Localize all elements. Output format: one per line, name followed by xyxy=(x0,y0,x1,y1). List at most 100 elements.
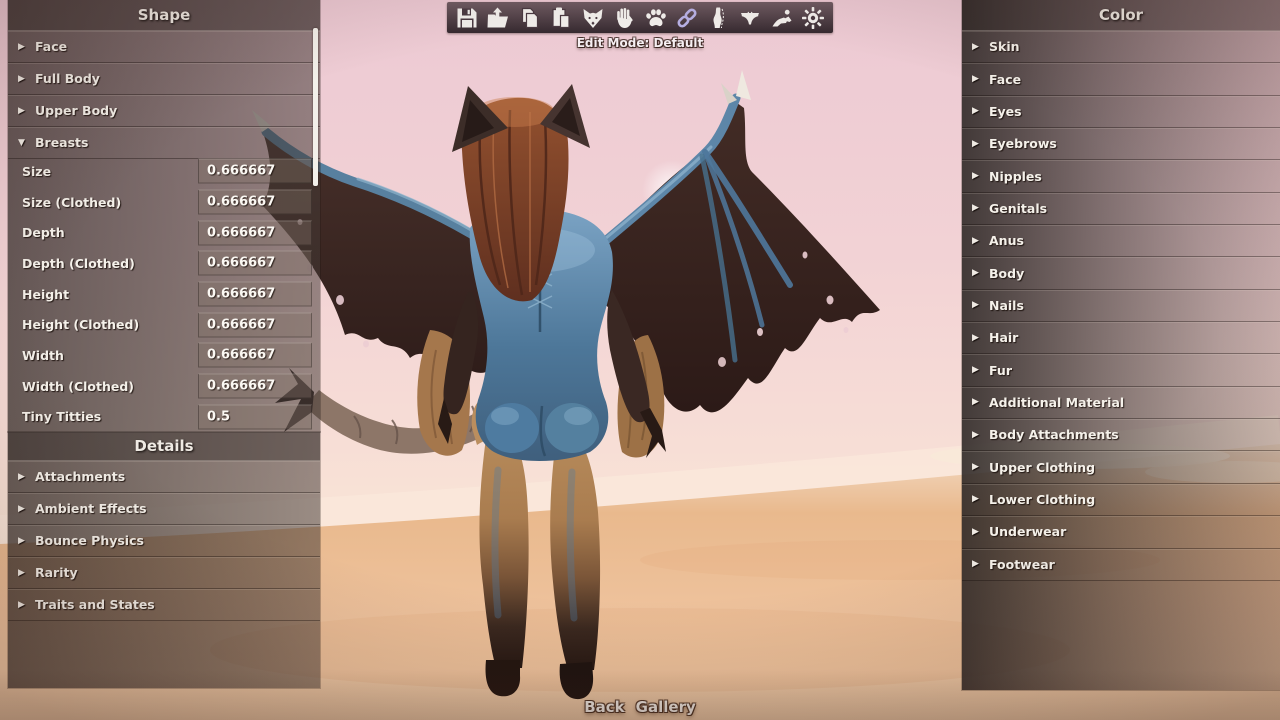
color-panel: Color ▶Skin▶Face▶Eyes▶Eyebrows▶Nipples▶G… xyxy=(962,0,1280,690)
chevron-right-icon: ▶ xyxy=(972,397,989,407)
paste-button[interactable] xyxy=(547,4,575,31)
chevron-right-icon: ▶ xyxy=(972,42,989,52)
section-bounce-physics[interactable]: ▶Bounce Physics xyxy=(8,525,320,557)
section-underwear[interactable]: ▶Underwear xyxy=(962,516,1280,548)
chevron-right-icon: ▶ xyxy=(972,527,989,537)
section-label: Additional Material xyxy=(989,395,1124,410)
width-value-field[interactable]: 0.666667 xyxy=(198,343,312,368)
section-lower-clothing[interactable]: ▶Lower Clothing xyxy=(962,484,1280,516)
slider-label: Size (Clothed) xyxy=(22,195,121,210)
fox-button[interactable] xyxy=(579,4,607,31)
paw-button[interactable] xyxy=(642,4,670,31)
section-additional-material[interactable]: ▶Additional Material xyxy=(962,387,1280,419)
section-body[interactable]: ▶Body xyxy=(962,257,1280,289)
section-anus[interactable]: ▶Anus xyxy=(962,225,1280,257)
section-footwear[interactable]: ▶Footwear xyxy=(962,549,1280,581)
section-traits-and-states[interactable]: ▶Traits and States xyxy=(8,589,320,621)
main-toolbar xyxy=(447,2,833,33)
slider-label: Tiny Titties xyxy=(22,409,101,424)
back-button[interactable]: Back xyxy=(584,698,624,716)
pose-button[interactable] xyxy=(768,4,796,31)
underwear-button[interactable] xyxy=(736,4,764,31)
section-label: Eyebrows xyxy=(989,136,1057,151)
gallery-button[interactable]: Gallery xyxy=(636,698,696,716)
depth-value-field[interactable]: 0.666667 xyxy=(198,220,312,245)
section-label: Eyes xyxy=(989,104,1022,119)
slider-value: 0.666667 xyxy=(207,379,275,394)
section-face[interactable]: ▶Face xyxy=(962,63,1280,95)
section-label: Skin xyxy=(989,39,1020,54)
width-clothed-value-field[interactable]: 0.666667 xyxy=(198,374,312,399)
shape-panel-title: Shape xyxy=(8,0,320,31)
section-label: Body xyxy=(989,266,1024,281)
section-genitals[interactable]: ▶Genitals xyxy=(962,193,1280,225)
section-nails[interactable]: ▶Nails xyxy=(962,290,1280,322)
section-upper-clothing[interactable]: ▶Upper Clothing xyxy=(962,451,1280,483)
section-label: Attachments xyxy=(35,469,125,484)
section-label: Body Attachments xyxy=(989,427,1119,442)
chevron-down-icon: ▼ xyxy=(18,138,35,148)
section-label: Nails xyxy=(989,298,1024,313)
tiny-titties-value-field[interactable]: 0.5 xyxy=(198,404,312,429)
chevron-right-icon: ▶ xyxy=(18,600,35,610)
slider-value: 0.666667 xyxy=(207,164,275,179)
section-label: Lower Clothing xyxy=(989,492,1095,507)
slider-value: 0.666667 xyxy=(207,348,275,363)
chevron-right-icon: ▶ xyxy=(972,494,989,504)
chevron-right-icon: ▶ xyxy=(972,300,989,310)
section-eyebrows[interactable]: ▶Eyebrows xyxy=(962,128,1280,160)
section-skin[interactable]: ▶Skin xyxy=(962,31,1280,63)
figure-button[interactable] xyxy=(705,4,733,31)
chevron-right-icon: ▶ xyxy=(972,430,989,440)
copy-icon xyxy=(518,6,542,30)
section-label: Hair xyxy=(989,330,1018,345)
shape-scrollbar[interactable] xyxy=(313,28,318,186)
section-body-attachments[interactable]: ▶Body Attachments xyxy=(962,419,1280,451)
section-label: Face xyxy=(35,39,67,54)
height-value-field[interactable]: 0.666667 xyxy=(198,282,312,307)
slider-value: 0.5 xyxy=(207,409,230,424)
chevron-right-icon: ▶ xyxy=(972,236,989,246)
link-button[interactable] xyxy=(673,4,701,31)
hand-button[interactable] xyxy=(610,4,638,31)
fox-icon xyxy=(581,6,605,30)
section-nipples[interactable]: ▶Nipples xyxy=(962,160,1280,192)
save-button[interactable] xyxy=(453,4,481,31)
load-button[interactable] xyxy=(484,4,512,31)
chevron-right-icon: ▶ xyxy=(972,74,989,84)
section-fur[interactable]: ▶Fur xyxy=(962,354,1280,386)
color-sections: ▶Skin▶Face▶Eyes▶Eyebrows▶Nipples▶Genital… xyxy=(962,31,1280,581)
section-full-body[interactable]: ▶Full Body xyxy=(8,63,320,95)
slider-label: Size xyxy=(22,164,51,179)
section-label: Full Body xyxy=(35,71,100,86)
section-label: Footwear xyxy=(989,557,1055,572)
figure-icon xyxy=(707,6,731,30)
section-rarity[interactable]: ▶Rarity xyxy=(8,557,320,589)
copy-button[interactable] xyxy=(516,4,544,31)
height-clothed-value-field[interactable]: 0.666667 xyxy=(198,312,312,337)
section-breasts[interactable]: ▼Breasts xyxy=(8,127,320,159)
section-attachments[interactable]: ▶Attachments xyxy=(8,461,320,493)
size-value-field[interactable]: 0.666667 xyxy=(198,159,312,184)
footer-bar: Back Gallery xyxy=(0,698,1280,716)
section-hair[interactable]: ▶Hair xyxy=(962,322,1280,354)
hand-icon xyxy=(612,6,636,30)
depth-clothed-value-field[interactable]: 0.666667 xyxy=(198,251,312,276)
section-face[interactable]: ▶Face xyxy=(8,31,320,63)
chevron-right-icon: ▶ xyxy=(18,472,35,482)
slider-row-depth-clothed: Depth (Clothed) 0.666667 xyxy=(8,248,320,279)
slider-row-tiny-titties: Tiny Titties 0.5 xyxy=(8,401,320,432)
section-ambient-effects[interactable]: ▶Ambient Effects xyxy=(8,493,320,525)
section-eyes[interactable]: ▶Eyes xyxy=(962,96,1280,128)
section-upper-body[interactable]: ▶Upper Body xyxy=(8,95,320,127)
slider-label: Depth (Clothed) xyxy=(22,256,135,271)
settings-icon xyxy=(801,6,825,30)
details-panel-title: Details xyxy=(8,432,320,461)
section-label: Ambient Effects xyxy=(35,501,147,516)
chevron-right-icon: ▶ xyxy=(18,42,35,52)
settings-button[interactable] xyxy=(799,4,827,31)
section-label: Face xyxy=(989,72,1021,87)
size-clothed-value-field[interactable]: 0.666667 xyxy=(198,190,312,215)
chevron-right-icon: ▶ xyxy=(972,365,989,375)
chevron-right-icon: ▶ xyxy=(972,171,989,181)
